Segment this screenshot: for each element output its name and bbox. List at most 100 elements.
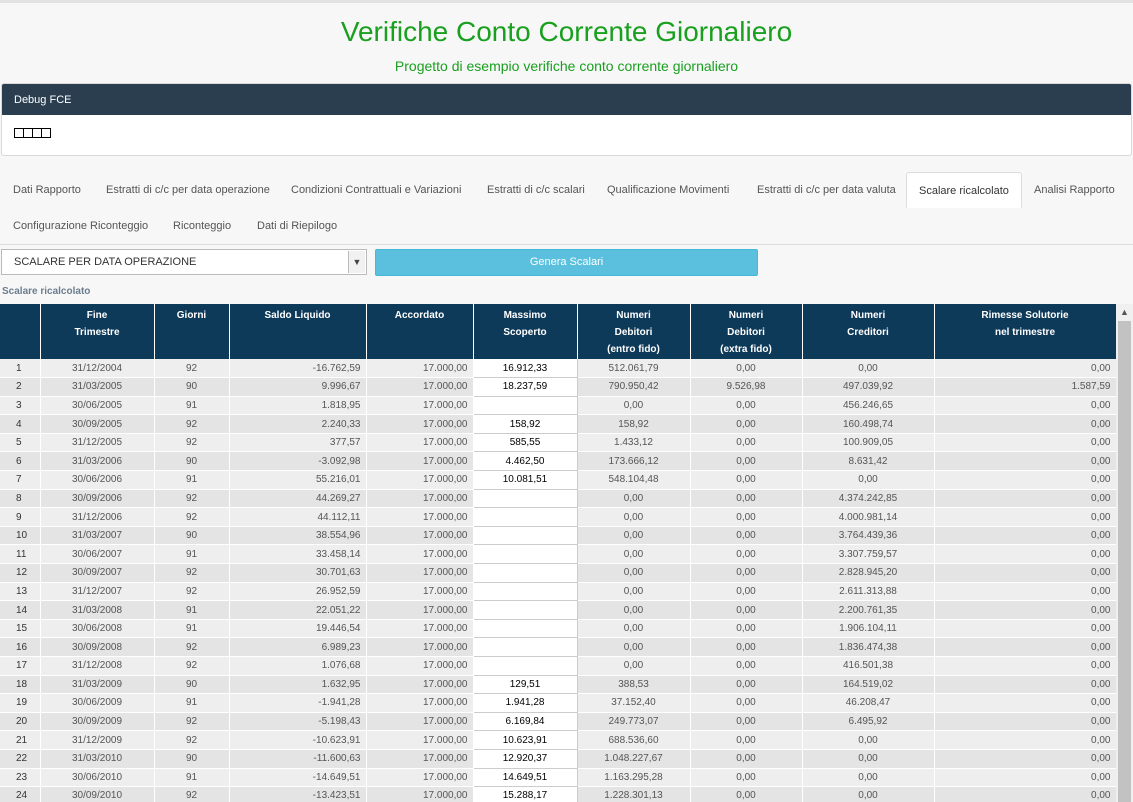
column-header-line: (entro fido) (607, 344, 660, 355)
table-cell: 90 (154, 526, 230, 546)
scalare-table-container: Fine Trimestre Giorni Saldo Liquido Accordat… (0, 304, 1116, 802)
table-cell: 31/12/2005 (40, 433, 155, 453)
table-row: 23 30/06/2010 91 -14.649,51 17.000,00 14.649,… (0, 768, 1116, 788)
table-cell: 0,00 (690, 712, 803, 732)
tab-estratti-data-operazione[interactable]: Estratti di c/c per data operazione (106, 172, 270, 208)
table-cell: 0,00 (690, 414, 803, 434)
table-cell: 0,00 (934, 563, 1116, 583)
tab-qualificazione-movimenti[interactable]: Qualificazione Movimenti (607, 172, 729, 208)
table-cell: 31/12/2007 (40, 582, 155, 602)
table-cell: 16.912,33 (473, 359, 578, 379)
table-cell: 19 (0, 693, 41, 713)
column-header: Saldo Liquido (229, 304, 367, 359)
table-cell: 11 (0, 544, 41, 565)
scrollbar-thumb[interactable] (1118, 321, 1131, 802)
column-header-line: (extra fido) (720, 344, 772, 355)
tab-configurazione-riconteggio[interactable]: Configurazione Riconteggio (13, 208, 148, 244)
table-cell: 164.519,02 (802, 675, 935, 695)
table-cell: 17 (0, 656, 41, 676)
tab-scalare-ricalcolato[interactable]: Scalare ricalcolato (906, 172, 1022, 208)
table-cell: 31/03/2006 (40, 451, 155, 472)
table-cell (473, 489, 578, 509)
table-cell: 31/12/2004 (40, 359, 155, 379)
table-cell: 0,00 (577, 396, 691, 416)
chevron-down-icon[interactable]: ▼ (348, 251, 365, 273)
table-row: 4 30/09/2005 92 2.240,33 17.000,00 158,92 158,… (0, 414, 1116, 434)
table-cell: 17.000,00 (366, 600, 474, 620)
table-cell: 0,00 (934, 433, 1116, 453)
column-header-line: Debitori (727, 327, 765, 338)
table-cell: 55.216,01 (229, 470, 367, 490)
table-cell: 158,92 (473, 414, 578, 434)
section-label: Scalare ricalcolato (2, 286, 91, 297)
table-cell: 31/03/2007 (40, 526, 155, 546)
table-row: 15 30/06/2008 91 19.446,54 17.000,00 0,00 0,00… (0, 619, 1116, 639)
table-cell: 0,00 (690, 637, 803, 657)
table-cell: 0,00 (802, 768, 935, 788)
table-cell: 497.039,92 (802, 377, 935, 397)
table-cell: 0,00 (577, 489, 691, 509)
table-cell: 0,00 (577, 637, 691, 657)
table-cell: 1.941,28 (473, 693, 578, 713)
table-cell: 20 (0, 712, 41, 732)
column-header-line: Accordato (394, 310, 445, 321)
table-cell: 15.288,17 (473, 786, 578, 802)
table-cell: 2 (0, 377, 41, 397)
table-cell: 91 (154, 470, 230, 490)
table-cell: 30/06/2008 (40, 619, 155, 639)
table-cell: 0,00 (934, 396, 1116, 416)
table-cell (473, 396, 578, 416)
table-cell: 0,00 (802, 786, 935, 802)
table-cell: 23 (0, 768, 41, 788)
tab-dati-rapporto[interactable]: Dati Rapporto (13, 172, 81, 208)
table-scrollbar[interactable]: ▲ (1116, 304, 1133, 802)
table-cell: -10.623,91 (229, 730, 367, 750)
tab-riconteggio[interactable]: Riconteggio (173, 208, 231, 244)
table-cell: 18 (0, 675, 41, 695)
column-header-line: Fine (86, 310, 108, 321)
table-cell: 0,00 (802, 470, 935, 490)
table-cell (473, 507, 578, 527)
table-cell: 16 (0, 637, 41, 657)
chevron-up-icon[interactable]: ▲ (1116, 304, 1133, 320)
table-cell: 1.076,68 (229, 656, 367, 676)
table-cell: 0,00 (934, 675, 1116, 695)
table-cell: 4 (0, 414, 41, 434)
table-cell: 17.000,00 (366, 359, 474, 379)
table-cell: 160.498,74 (802, 414, 935, 434)
table-cell: 44.269,27 (229, 489, 367, 509)
table-cell: 1.163.295,28 (577, 768, 691, 788)
table-cell: 249.773,07 (577, 712, 691, 732)
tab-estratti-data-valuta[interactable]: Estratti di c/c per data valuta (757, 172, 896, 208)
table-cell: -16.762,59 (229, 359, 367, 379)
table-cell (473, 563, 578, 583)
table-cell: 91 (154, 693, 230, 713)
table-row: 3 30/06/2005 91 1.818,95 17.000,00 0,00 0,00 45… (0, 396, 1116, 416)
table-cell: 17.000,00 (366, 414, 474, 434)
table-cell: 30/06/2010 (40, 768, 155, 788)
tab-estratti-scalari[interactable]: Estratti di c/c scalari (487, 172, 585, 208)
table-cell: 92 (154, 712, 230, 732)
table-cell: 17.000,00 (366, 563, 474, 583)
tab-condizioni-contrattuali[interactable]: Condizioni Contrattuali e Variazioni (291, 172, 461, 208)
table-cell: 9.996,67 (229, 377, 367, 397)
column-header-line: Numeri (616, 310, 651, 321)
table-row: 11 30/06/2007 91 33.458,14 17.000,00 0,00 0,00… (0, 544, 1116, 565)
table-cell: 31/12/2006 (40, 507, 155, 527)
table-cell: 92 (154, 656, 230, 676)
scalare-type-select[interactable]: SCALARE PER DATA OPERAZIONE ▼ (1, 249, 367, 275)
table-row: 17 31/12/2008 92 1.076,68 17.000,00 0,00 0,00 4… (0, 656, 1116, 676)
genera-scalari-button[interactable]: Genera Scalari (375, 249, 758, 276)
table-cell: 92 (154, 414, 230, 434)
tab-dati-riepilogo[interactable]: Dati di Riepilogo (257, 208, 337, 244)
table-cell: 0,00 (690, 359, 803, 379)
table-cell: 0,00 (934, 656, 1116, 676)
table-cell: 30/09/2008 (40, 637, 155, 657)
column-header: Massimo Scoperto (473, 304, 578, 359)
column-header: Rimesse Solutorie nel trimestre (934, 304, 1116, 359)
table-cell: 0,00 (934, 451, 1116, 472)
table-cell: 30.701,63 (229, 563, 367, 583)
table-cell: 92 (154, 637, 230, 657)
table-cell: 90 (154, 675, 230, 695)
tab-analisi-rapporto[interactable]: Analisi Rapporto (1034, 172, 1115, 208)
